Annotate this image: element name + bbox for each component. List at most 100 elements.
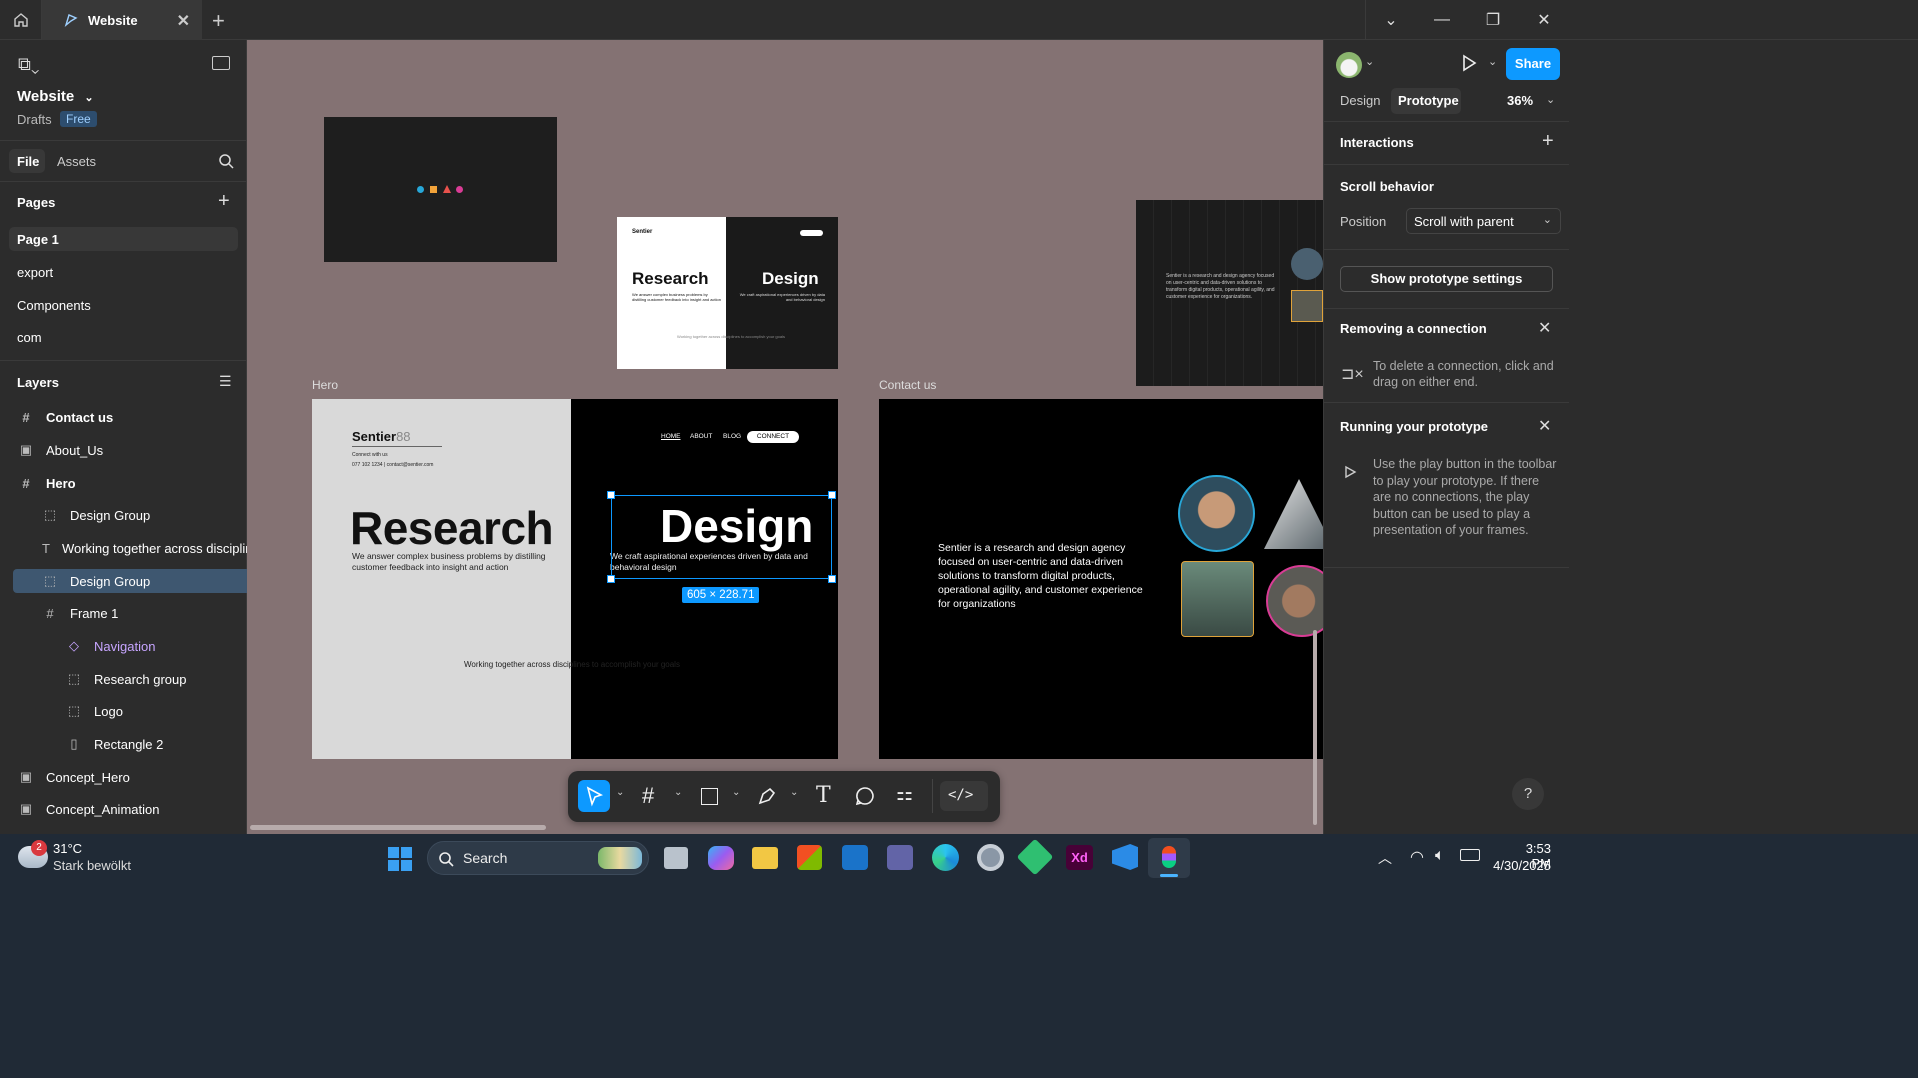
share-button[interactable]: Share (1506, 48, 1560, 80)
teams-icon[interactable] (887, 845, 913, 870)
move-tool-button[interactable] (578, 780, 610, 812)
tab-assets[interactable]: Assets (57, 154, 96, 169)
close-tab-icon[interactable]: ✕ (177, 11, 190, 31)
about-thumbnail[interactable]: Sentier is a research and design agency … (1136, 200, 1323, 386)
page-item[interactable]: com (17, 330, 42, 345)
main-menu-icon[interactable]: ⧉⌄ (18, 54, 39, 75)
chevron-down-icon[interactable]: ⌄ (790, 787, 798, 798)
resize-handle[interactable] (607, 491, 615, 499)
layer-row[interactable]: ▣ Concept_Animation (0, 793, 247, 825)
chevron-up-icon[interactable]: ︿ (1378, 848, 1392, 868)
add-page-icon[interactable]: + (218, 190, 230, 213)
thumbnail-research-title: Research (632, 269, 709, 288)
chevron-down-icon[interactable]: ⌄ (732, 787, 740, 798)
wifi-icon[interactable]: ◠ (1410, 847, 1424, 867)
help-button[interactable]: ? (1512, 778, 1544, 810)
frame-tool-icon[interactable]: # (642, 783, 654, 809)
dev-mode-toggle[interactable]: </> (940, 781, 988, 811)
store-icon[interactable] (797, 845, 822, 870)
file-tab[interactable]: Website ✕ (42, 0, 202, 40)
comment-tool-icon[interactable] (854, 785, 876, 807)
contact-frame[interactable]: Sentier is a research and design agency … (879, 399, 1323, 759)
frame-thumbnail[interactable] (324, 117, 557, 262)
taskbar-search[interactable]: Search (427, 841, 649, 875)
layer-row[interactable]: T Working together across disciplin (0, 532, 247, 564)
tab-design[interactable]: Design (1340, 93, 1380, 108)
show-prototype-settings-button[interactable]: Show prototype settings (1340, 266, 1553, 292)
research-title: Research (350, 502, 554, 554)
toggle-sidebar-icon[interactable] (212, 56, 230, 70)
chevron-down-icon[interactable]: ⌄ (1546, 93, 1555, 106)
hero-frame[interactable]: Sentier88 Connect with us 077 102 1234 |… (312, 399, 838, 759)
position-select[interactable]: Scroll with parent ⌄ (1406, 208, 1561, 234)
home-button[interactable] (0, 0, 42, 40)
frame-icon: # (22, 409, 30, 425)
collapse-layers-icon[interactable]: ☰ (219, 373, 232, 390)
battery-icon[interactable] (1460, 849, 1480, 861)
layer-row[interactable]: ⬚ Research group (0, 663, 247, 695)
layer-row-selected[interactable]: ⬚ Design Group (0, 565, 247, 597)
layer-row[interactable]: ⬚ Design Group (0, 499, 247, 531)
chevron-down-icon[interactable]: ⌄ (674, 787, 682, 798)
search-icon[interactable] (218, 153, 234, 169)
figma-app-icon[interactable] (1162, 846, 1176, 868)
layer-row[interactable]: ▯ Rectangle 2 (0, 728, 247, 760)
copilot-icon[interactable] (708, 846, 734, 870)
page-item[interactable]: Components (17, 298, 91, 313)
layer-row[interactable]: ▣ Concept_Hero (0, 761, 247, 793)
add-interaction-icon[interactable]: + (1542, 130, 1554, 153)
text-tool-icon[interactable]: T (816, 783, 831, 808)
page-item[interactable]: Page 1 (17, 232, 59, 247)
file-explorer-icon[interactable] (752, 847, 778, 869)
rectangle-tool-icon[interactable] (701, 788, 718, 805)
nav-about: ABOUT (690, 433, 713, 440)
adobe-xd-icon[interactable]: Xd (1066, 845, 1093, 870)
horizontal-scrollbar[interactable] (250, 825, 546, 830)
chevron-down-icon[interactable]: ⌄ (616, 787, 624, 798)
file-name[interactable]: Website ⌄ (17, 88, 94, 105)
pen-tool-icon[interactable] (756, 785, 778, 807)
vertical-scrollbar[interactable] (1313, 630, 1317, 825)
weather-text[interactable]: Stark bewölkt (53, 858, 131, 873)
tab-prototype[interactable]: Prototype (1398, 93, 1459, 108)
task-view-icon[interactable] (664, 847, 688, 869)
layer-row[interactable]: ▣ About_Us (0, 434, 247, 466)
layer-row[interactable]: # Hero (0, 467, 247, 499)
resize-handle[interactable] (607, 575, 615, 583)
chevron-down-icon[interactable]: ⌄ (1365, 55, 1374, 68)
frame-label-contact[interactable]: Contact us (879, 378, 936, 392)
layer-row[interactable]: # Contact us (0, 401, 247, 433)
layer-row[interactable]: # Frame 1 (0, 597, 247, 629)
close-icon[interactable]: ✕ (1538, 416, 1551, 436)
drafts-label[interactable]: Drafts (17, 112, 52, 127)
layer-row[interactable]: ◇ Navigation (0, 630, 247, 662)
outlook-icon[interactable] (842, 845, 868, 870)
selection-box[interactable] (611, 495, 832, 579)
clock-date[interactable]: 4/30/2025 (1493, 858, 1551, 873)
zoom-level[interactable]: 36% (1507, 93, 1533, 108)
actions-tool-icon[interactable]: ⚏ (896, 783, 913, 806)
close-icon[interactable]: ✕ (1538, 318, 1551, 338)
page-item[interactable]: export (17, 265, 53, 280)
edge-icon[interactable] (932, 844, 959, 871)
volume-icon[interactable]: 🔈︎ (1435, 847, 1445, 865)
settings-icon[interactable] (977, 844, 1004, 871)
canvas[interactable]: Sentier Research We answer complex busin… (247, 40, 1323, 834)
close-window-button[interactable]: ✕ (1513, 0, 1575, 40)
hero-thumbnail[interactable]: Sentier Research We answer complex busin… (617, 217, 838, 369)
chevron-down-icon[interactable]: ⌄ (1488, 55, 1497, 68)
start-button[interactable] (388, 847, 412, 871)
play-icon[interactable] (1461, 54, 1477, 72)
temperature[interactable]: 31°C (53, 841, 82, 856)
vscode-icon[interactable] (1112, 844, 1138, 870)
new-tab-button[interactable]: + (212, 8, 225, 34)
layer-row[interactable]: ⬚ Logo (0, 695, 247, 727)
app-icon[interactable] (1016, 838, 1054, 876)
frame-label-hero[interactable]: Hero (312, 378, 338, 392)
resize-handle[interactable] (828, 575, 836, 583)
group-icon: ⬚ (43, 573, 57, 588)
layer-label: Concept_Hero (46, 769, 130, 785)
layers-header: Layers (17, 375, 59, 390)
avatar[interactable] (1336, 52, 1362, 78)
resize-handle[interactable] (828, 491, 836, 499)
